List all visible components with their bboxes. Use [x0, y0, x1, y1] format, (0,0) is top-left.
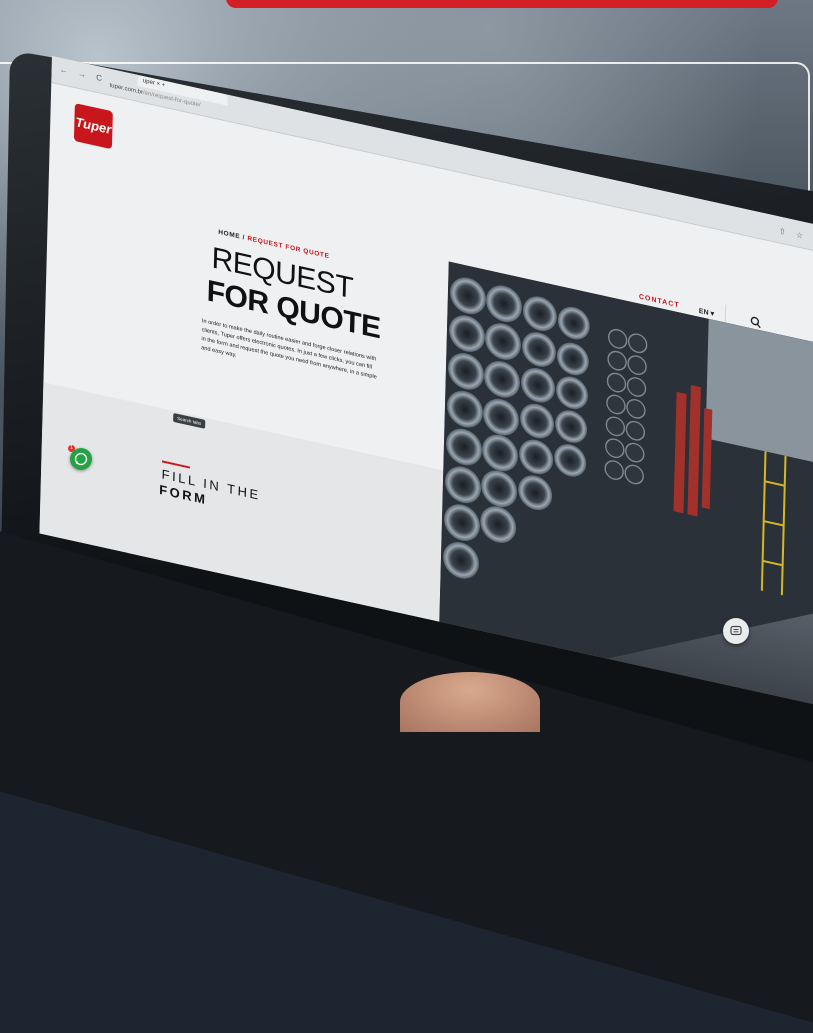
whatsapp-button[interactable]: 1	[68, 445, 92, 470]
chat-icon	[730, 625, 742, 636]
red-banner	[226, 0, 778, 8]
tuper-logo[interactable]: Tuper	[73, 103, 113, 150]
browser-actions[interactable]: ⇧ ☆ ⋮	[779, 226, 813, 245]
hand	[400, 672, 540, 732]
chat-button[interactable]	[723, 618, 749, 644]
notification-badge: 1	[68, 445, 75, 452]
breadcrumb-home[interactable]: HOME	[218, 229, 240, 241]
browser-nav-buttons[interactable]: ← → C	[60, 65, 106, 84]
